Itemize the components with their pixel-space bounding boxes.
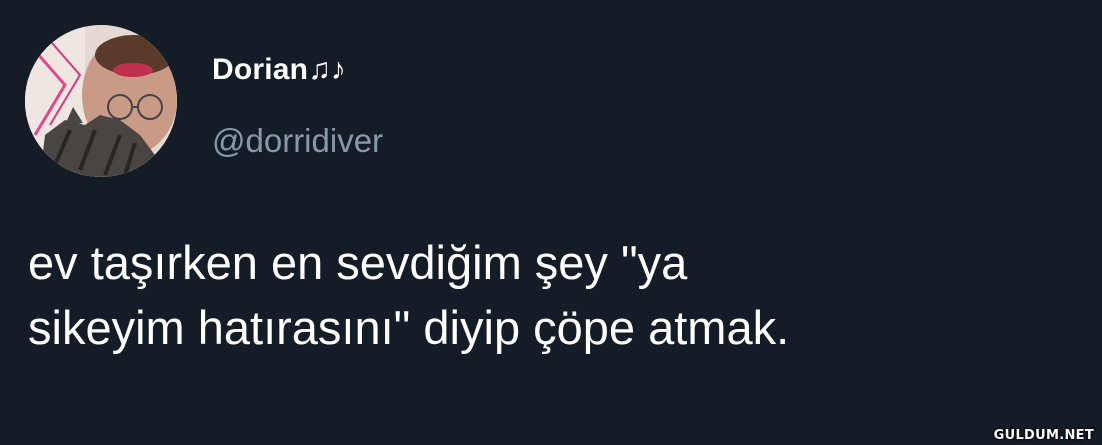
display-name[interactable]: Dorian♫♪	[212, 50, 346, 90]
avatar-photo	[25, 25, 177, 177]
tweet-card: Dorian♫♪ @dorridiver ev taşırken en sevd…	[0, 0, 1102, 445]
tweet-text: ev taşırken en sevdiğim şey "ya sikeyim …	[28, 236, 790, 354]
avatar[interactable]	[25, 25, 177, 177]
watermark: GULDUM.NET	[993, 428, 1094, 443]
user-handle[interactable]: @dorridiver	[212, 119, 383, 163]
